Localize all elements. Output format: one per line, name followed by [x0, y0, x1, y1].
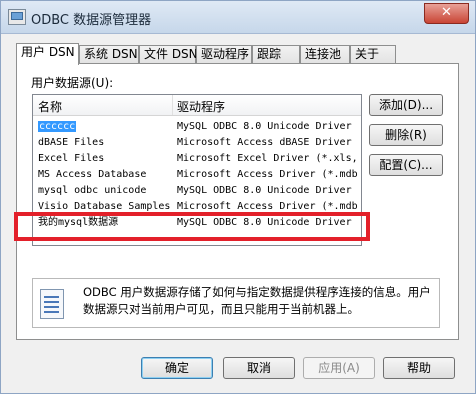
apply-button[interactable]: 应用(A) [303, 357, 375, 379]
odbc-app-icon [8, 9, 26, 25]
tab-tracing[interactable]: 跟踪 [252, 45, 300, 63]
odbc-dialog: ODBC 数据源管理器 ✕ 用户 DSN 系统 DSN 文件 DSN 驱动程序 … [0, 0, 476, 394]
tab-system-dsn[interactable]: 系统 DSN [79, 45, 139, 63]
tab-drivers[interactable]: 驱动程序 [196, 45, 252, 63]
remove-button[interactable]: 删除(R) [369, 124, 443, 146]
list-item-driver: Microsoft Access dBASE Driver [177, 137, 352, 148]
column-divider[interactable] [172, 95, 173, 115]
tab-user-dsn[interactable]: 用户 DSN [16, 43, 79, 65]
configure-button[interactable]: 配置(C)... [369, 154, 443, 176]
cancel-button[interactable]: 取消 [223, 357, 295, 379]
data-source-info-icon [40, 289, 64, 319]
column-header-driver[interactable]: 驱动程序 [177, 98, 225, 115]
list-item-name: Excel Files [38, 153, 105, 164]
red-highlight-annotation [14, 212, 370, 241]
list-item[interactable]: mysql odbc unicode MySQL ODBC 8.0 Unicod… [33, 183, 361, 199]
list-item[interactable]: Excel Files Microsoft Excel Driver (*.xl… [33, 151, 361, 167]
list-item-name: dBASE Files [38, 137, 105, 148]
tab-about[interactable]: 关于 [350, 45, 396, 63]
list-item-name: cccccc [38, 121, 77, 132]
list-item-driver: Microsoft Access Driver (*.mdb [177, 169, 358, 180]
list-item[interactable]: cccccc MySQL ODBC 8.0 Unicode Driver [33, 119, 361, 135]
window-title: ODBC 数据源管理器 [31, 13, 152, 28]
list-item-driver: MySQL ODBC 8.0 Unicode Driver [177, 121, 352, 132]
info-box: ODBC 用户数据源存储了如何与指定数据提供程序连接的信息。用户数据源只对当前用… [32, 278, 440, 328]
info-text: ODBC 用户数据源存储了如何与指定数据提供程序连接的信息。用户数据源只对当前用… [83, 285, 431, 316]
column-header-name[interactable]: 名称 [38, 98, 62, 115]
ok-button[interactable]: 确定 [141, 357, 213, 379]
list-item-name: MS Access Database [38, 169, 147, 180]
help-button[interactable]: 帮助 [383, 357, 455, 379]
user-data-sources-label: 用户数据源(U): [31, 76, 114, 90]
list-item[interactable]: MS Access Database Microsoft Access Driv… [33, 167, 361, 183]
list-header: 名称 驱动程序 [33, 95, 361, 116]
list-item-name: mysql odbc unicode [38, 185, 147, 196]
title-bar: ODBC 数据源管理器 ✕ [1, 1, 475, 34]
list-item[interactable]: dBASE Files Microsoft Access dBASE Drive… [33, 135, 361, 151]
list-item-driver: Microsoft Excel Driver (*.xls, [177, 153, 358, 164]
tab-connection-pooling[interactable]: 连接池 [300, 45, 350, 63]
list-item-driver: MySQL ODBC 8.0 Unicode Driver [177, 185, 352, 196]
close-button[interactable]: ✕ [424, 3, 469, 24]
tab-file-dsn[interactable]: 文件 DSN [139, 45, 198, 63]
add-button[interactable]: 添加(D)... [369, 94, 443, 116]
